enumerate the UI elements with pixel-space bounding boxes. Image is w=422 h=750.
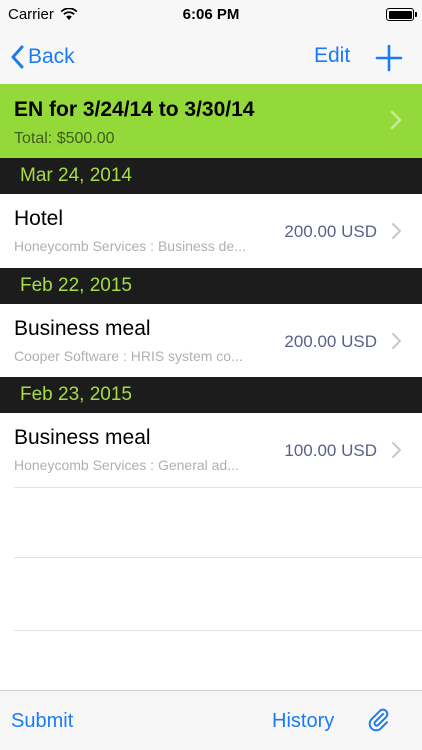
status-bar: Carrier 6:06 PM xyxy=(0,0,422,30)
edit-button[interactable]: Edit xyxy=(314,44,350,68)
expense-row[interactable]: Hotel Honeycomb Services : Business de..… xyxy=(0,194,422,268)
expense-title: Business meal xyxy=(14,317,151,340)
chevron-right-icon xyxy=(390,110,402,130)
section-header: Mar 24, 2014 xyxy=(0,158,422,194)
battery-icon xyxy=(386,8,417,21)
row-divider xyxy=(14,487,422,488)
row-divider xyxy=(14,557,422,558)
expense-amount: 100.00 USD xyxy=(284,441,377,460)
section-header: Feb 23, 2015 xyxy=(0,377,422,413)
chevron-right-icon xyxy=(392,333,401,349)
expense-title: Business meal xyxy=(14,426,151,449)
chevron-right-icon xyxy=(392,442,401,458)
back-label: Back xyxy=(28,45,75,68)
history-button[interactable]: History xyxy=(272,710,334,733)
expense-amount: 200.00 USD xyxy=(284,222,377,241)
back-chevron-icon xyxy=(11,45,24,69)
section-date: Feb 23, 2015 xyxy=(20,384,132,405)
expense-row[interactable]: Business meal Cooper Software : HRIS sys… xyxy=(0,304,422,378)
section-date: Mar 24, 2014 xyxy=(20,165,132,186)
report-header[interactable]: EN for 3/24/14 to 3/30/14 Total: $500.00 xyxy=(0,84,422,158)
row-divider xyxy=(14,630,422,631)
expense-subtitle: Honeycomb Services : Business de... xyxy=(14,238,246,254)
expense-title: Hotel xyxy=(14,207,64,230)
expense-row[interactable]: Business meal Honeycomb Services : Gener… xyxy=(0,413,422,487)
navigation-bar: Back Edit xyxy=(0,30,422,84)
plus-icon[interactable] xyxy=(373,42,405,74)
expense-subtitle: Cooper Software : HRIS system co... xyxy=(14,348,243,364)
expense-subtitle: Honeycomb Services : General ad... xyxy=(14,457,239,473)
back-button[interactable]: Back xyxy=(10,42,75,72)
expense-amount: 200.00 USD xyxy=(284,332,377,351)
section-header: Feb 22, 2015 xyxy=(0,268,422,304)
report-title: EN for 3/24/14 to 3/30/14 xyxy=(14,98,255,121)
paperclip-icon[interactable] xyxy=(366,707,392,733)
section-date: Feb 22, 2015 xyxy=(20,275,132,296)
submit-button[interactable]: Submit xyxy=(11,710,73,733)
status-time: 6:06 PM xyxy=(182,6,240,23)
report-total: Total: $500.00 xyxy=(14,130,115,147)
bottom-toolbar: Submit History xyxy=(0,690,422,750)
chevron-right-icon xyxy=(392,223,401,239)
